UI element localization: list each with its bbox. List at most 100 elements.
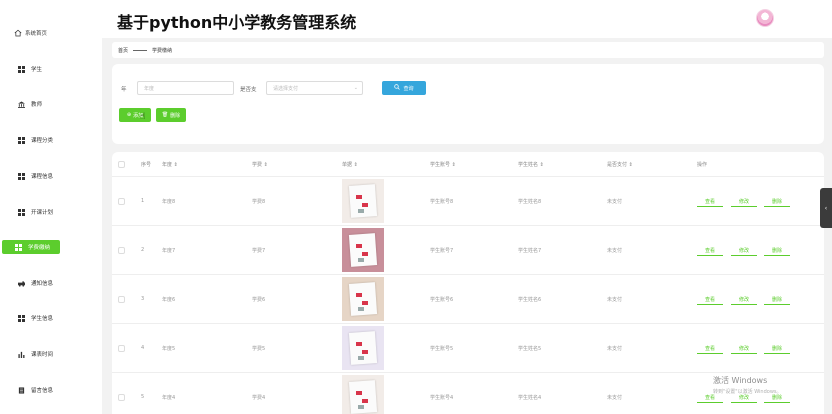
- edit-button[interactable]: 修改: [731, 294, 757, 305]
- column-header[interactable]: 学生姓名 ⇕: [518, 161, 544, 168]
- row-checkbox[interactable]: [118, 345, 125, 352]
- cell-year: 年度6: [162, 297, 176, 303]
- grid-icon: [18, 65, 25, 73]
- receipt-image[interactable]: [342, 326, 384, 370]
- table-header: 序号 年度 ⇕ 学费 ⇕ 单据 ⇕ 学生账号 ⇕ 学生姓名 ⇕ 是否支付 ⇕ 操…: [112, 152, 824, 176]
- row-checkbox[interactable]: [118, 296, 125, 303]
- edit-button[interactable]: 修改: [731, 343, 757, 354]
- cell-name: 学生姓名4: [518, 395, 542, 401]
- cell-name: 学生姓名6: [518, 297, 542, 303]
- chevron-down-icon: ⌄: [353, 85, 358, 91]
- column-header[interactable]: 单据 ⇕: [342, 161, 358, 168]
- grid-icon: [15, 243, 22, 251]
- cell-index: 1: [141, 198, 145, 204]
- chevron-left-icon: ‹: [824, 204, 828, 212]
- receipt-image[interactable]: [342, 375, 384, 414]
- bar-chart-icon: [18, 351, 25, 358]
- select-all-checkbox[interactable]: [118, 161, 125, 168]
- view-button[interactable]: 查看: [697, 245, 723, 256]
- column-header: 操作: [697, 162, 708, 168]
- sidebar-home-label: 系统首页: [25, 31, 48, 37]
- receipt-image[interactable]: [342, 179, 384, 223]
- cell-account: 学生账号7: [430, 248, 454, 254]
- trash-icon: 🗑: [161, 112, 169, 118]
- settings-drawer-toggle[interactable]: ‹: [820, 188, 832, 228]
- delete-selected-button-label: 删除: [170, 112, 181, 119]
- sidebar-item-students[interactable]: 学生: [0, 62, 102, 76]
- sidebar-item-label: 学生信息: [31, 316, 54, 322]
- app-title: 基于python中小学教务管理系统: [117, 13, 357, 32]
- delete-button[interactable]: 删除: [764, 294, 790, 305]
- column-header[interactable]: 年度 ⇕: [162, 161, 178, 168]
- sidebar-item-schedule[interactable]: 课表时间: [0, 347, 102, 361]
- paid-select[interactable]: 请选择支付 ⌄: [266, 81, 363, 95]
- doc-icon: [18, 386, 25, 394]
- sidebar-item-tuition[interactable]: 学费缴纳: [2, 240, 60, 254]
- cell-year: 年度7: [162, 248, 176, 254]
- row-checkbox[interactable]: [118, 394, 125, 401]
- sidebar-item-teachers[interactable]: 教师: [0, 97, 102, 111]
- column-header[interactable]: 学费 ⇕: [252, 161, 268, 168]
- sidebar-item-course-category[interactable]: 课程分类: [0, 133, 102, 147]
- sidebar-item-course-plan[interactable]: 开课计划: [0, 205, 102, 219]
- delete-button[interactable]: 删除: [764, 245, 790, 256]
- column-header[interactable]: 学生账号 ⇕: [430, 161, 456, 168]
- cell-index: 2: [141, 247, 145, 253]
- cell-name: 学生姓名5: [518, 346, 542, 352]
- view-button[interactable]: 查看: [697, 294, 723, 305]
- sidebar-item-label: 教师: [31, 102, 43, 108]
- sidebar-item-label: 学费缴纳: [28, 245, 51, 251]
- view-button[interactable]: 查看: [697, 343, 723, 354]
- sidebar-item-student-info[interactable]: 学生信息: [0, 311, 102, 325]
- add-button[interactable]: ⊕ 添加: [119, 108, 151, 122]
- cell-paid: 未支付: [607, 199, 623, 205]
- column-header: 序号: [141, 162, 152, 168]
- row-checkbox[interactable]: [118, 247, 125, 254]
- delete-button[interactable]: 删除: [764, 343, 790, 354]
- row-checkbox[interactable]: [118, 198, 125, 205]
- paid-label: 是否支: [240, 87, 257, 93]
- edit-button[interactable]: 修改: [731, 245, 757, 256]
- cell-fee: 学费4: [252, 395, 266, 401]
- sidebar-item-label: 开课计划: [31, 210, 54, 216]
- windows-activation-watermark: 激活 Windows: [713, 376, 768, 385]
- year-placeholder: 年度: [144, 85, 155, 92]
- search-icon: [394, 84, 401, 92]
- year-input[interactable]: 年度: [137, 81, 234, 95]
- cell-year: 年度8: [162, 199, 176, 205]
- sidebar-item-notices[interactable]: 通知信息: [0, 276, 102, 290]
- header: 基于python中小学教务管理系统: [102, 0, 832, 38]
- car-icon: [18, 280, 25, 287]
- sidebar-item-course-info[interactable]: 课程信息: [0, 169, 102, 183]
- grid-icon: [18, 208, 25, 216]
- breadcrumb-separator: [133, 49, 148, 51]
- cell-paid: 未支付: [607, 248, 623, 254]
- breadcrumb-home[interactable]: 首页: [118, 47, 128, 54]
- search-button[interactable]: 查询: [382, 81, 426, 95]
- table-row: 4 年度5 学费5 学生账号5 学生姓名5 未支付 查看 修改 删除: [112, 323, 824, 372]
- sidebar-item-label: 课程分类: [31, 138, 54, 144]
- cell-fee: 学费5: [252, 346, 266, 352]
- cell-year: 年度4: [162, 395, 176, 401]
- edit-button[interactable]: 修改: [731, 196, 757, 207]
- view-button[interactable]: 查看: [697, 196, 723, 207]
- sidebar-home[interactable]: 系统首页: [14, 29, 47, 37]
- cell-account: 学生账号8: [430, 199, 454, 205]
- cell-account: 学生账号6: [430, 297, 454, 303]
- receipt-image[interactable]: [342, 277, 384, 321]
- table-row: 3 年度6 学费6 学生账号6 学生姓名6 未支付 查看 修改 删除: [112, 274, 824, 323]
- column-header[interactable]: 是否支付 ⇕: [607, 161, 633, 168]
- breadcrumb: 首页 学费缴纳: [112, 42, 824, 58]
- receipt-image[interactable]: [342, 228, 384, 272]
- cell-index: 3: [141, 296, 145, 302]
- grid-icon: [18, 314, 25, 322]
- delete-button[interactable]: 删除: [764, 196, 790, 207]
- grid-icon: [18, 172, 25, 180]
- avatar[interactable]: [756, 9, 774, 27]
- cell-index: 5: [141, 394, 145, 400]
- sidebar-item-label: 留言信息: [31, 388, 54, 394]
- sidebar-item-messages[interactable]: 留言信息: [0, 383, 102, 397]
- delete-selected-button[interactable]: 🗑 删除: [156, 108, 186, 122]
- cell-name: 学生姓名7: [518, 248, 542, 254]
- search-panel: 年 年度 是否支 请选择支付 ⌄ 查询 ⊕ 添加 🗑 删除 ☝: [112, 64, 824, 144]
